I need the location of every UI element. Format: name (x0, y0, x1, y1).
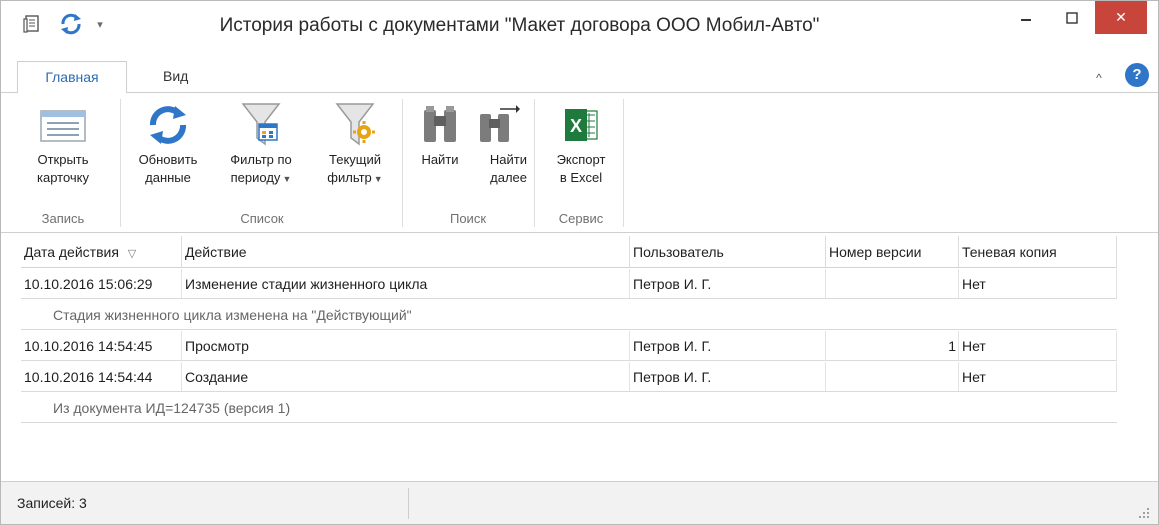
quick-access-dropdown-icon[interactable]: ▾ (93, 11, 107, 37)
refresh-data-button[interactable]: Обновить данные (127, 99, 209, 199)
collapse-ribbon-icon[interactable]: ^ (1091, 71, 1107, 87)
refresh-icon[interactable] (57, 11, 85, 37)
records-count: Записей: 3 (17, 495, 87, 511)
history-window: ▾ История работы с документами "Макет до… (0, 0, 1159, 525)
group-label-service: Сервис (558, 211, 604, 226)
cell-date: 10.10.2016 14:54:45 (21, 331, 182, 360)
table-header: Дата действия ▽ Действие Пользователь Ном… (21, 236, 1117, 268)
table-row[interactable]: 10.10.2016 14:54:45 Просмотр Петров И. Г… (21, 331, 1117, 361)
find-next-button[interactable]: Найти далее (469, 99, 527, 199)
ribbon-separator (120, 99, 121, 227)
maximize-button[interactable] (1049, 1, 1095, 34)
export-excel-button[interactable]: X Экспорт в Excel (539, 99, 623, 199)
column-header-action[interactable]: Действие (182, 236, 630, 267)
open-card-label-2: карточку (36, 170, 89, 185)
period-filter-label-1: Фильтр по (230, 152, 292, 167)
current-filter-label-2: фильтр (327, 170, 372, 185)
row-detail-text: Стадия жизненного цикла изменена на "Дей… (53, 307, 412, 323)
tab-view[interactable]: Вид (151, 61, 200, 93)
period-filter-button[interactable]: Фильтр по периоду ▼ (213, 99, 309, 199)
refresh-large-icon (146, 99, 190, 151)
row-detail-text: Из документа ИД=124735 (версия 1) (53, 400, 291, 416)
cell-shadow-copy: Нет (959, 362, 1117, 391)
document-icon[interactable] (19, 11, 45, 37)
ribbon-separator (402, 99, 403, 227)
chevron-down-icon: ▼ (282, 174, 292, 184)
find-next-label-2: далее (490, 170, 527, 185)
window-title: История работы с документами "Макет дого… (219, 15, 820, 36)
cell-date: 10.10.2016 15:06:29 (21, 269, 182, 298)
sort-descending-icon[interactable]: ▽ (125, 238, 139, 267)
cell-user: Петров И. Г. (630, 331, 826, 360)
cell-shadow-copy: Нет (959, 269, 1117, 298)
find-button[interactable]: Найти (407, 99, 473, 199)
help-icon[interactable]: ? (1125, 63, 1149, 87)
cell-shadow-copy: Нет (959, 331, 1117, 360)
period-filter-label-2-wrap: периоду ▼ (231, 169, 292, 188)
export-label-1: Экспорт (556, 152, 606, 167)
cell-action: Создание (182, 362, 630, 391)
table-row[interactable]: 10.10.2016 14:54:44 Создание Петров И. Г… (21, 362, 1117, 392)
chevron-down-icon: ▼ (373, 174, 383, 184)
status-divider (408, 488, 409, 519)
cell-user: Петров И. Г. (630, 362, 826, 391)
funnel-calendar-icon (239, 99, 283, 151)
cell-action: Просмотр (182, 331, 630, 360)
excel-icon-letter: X (570, 116, 582, 136)
open-card-button[interactable]: Открыть карточку (15, 99, 111, 199)
tab-main[interactable]: Главная (17, 61, 127, 93)
cell-action: Изменение стадии жизненного цикла (182, 269, 630, 298)
group-label-list: Список (240, 211, 284, 226)
find-label: Найти (421, 152, 459, 167)
binoculars-arrow-icon (476, 99, 520, 151)
excel-icon: X (561, 99, 601, 151)
group-label-record: Запись (41, 211, 85, 226)
cell-date: 10.10.2016 14:54:44 (21, 362, 182, 391)
resize-grip-icon[interactable] (1138, 506, 1150, 518)
ribbon: Открыть карточку Обновить данные Фильтр … (1, 92, 1158, 233)
cell-version: 1 (826, 331, 959, 360)
open-card-label-1: Открыть (37, 152, 89, 167)
ribbon-separator (623, 99, 624, 227)
current-filter-label-1: Текущий (329, 152, 381, 167)
column-header-date-label: Дата действия (24, 244, 119, 260)
current-filter-button[interactable]: Текущий фильтр ▼ (313, 99, 397, 199)
column-header-version[interactable]: Номер версии (826, 236, 959, 267)
refresh-label-1: Обновить (138, 152, 198, 167)
cell-version (826, 362, 959, 391)
binoculars-icon (420, 99, 460, 151)
cell-user: Петров И. Г. (630, 269, 826, 298)
export-label-2: в Excel (559, 170, 603, 185)
ribbon-separator (534, 99, 535, 227)
period-filter-label-2: периоду (230, 170, 281, 185)
funnel-gear-icon (333, 99, 377, 151)
minimize-button[interactable] (1003, 1, 1049, 34)
column-header-date[interactable]: Дата действия ▽ (21, 236, 182, 267)
status-bar: Записей: 3 (1, 481, 1158, 524)
column-header-shadow-copy[interactable]: Теневая копия (959, 236, 1117, 267)
card-icon (39, 99, 87, 151)
column-header-user[interactable]: Пользователь (630, 236, 826, 267)
cell-version (826, 269, 959, 298)
current-filter-label-2-wrap: фильтр ▼ (327, 169, 382, 188)
refresh-label-2: данные (145, 170, 191, 185)
table-row-detail[interactable]: Стадия жизненного цикла изменена на "Дей… (21, 300, 1117, 330)
table-row[interactable]: 10.10.2016 15:06:29 Изменение стадии жиз… (21, 269, 1117, 299)
find-next-label-1: Найти (489, 152, 527, 167)
close-icon: ✕ (1115, 9, 1127, 25)
title-bar: ▾ История работы с документами "Макет до… (1, 1, 1158, 49)
table-row-detail[interactable]: Из документа ИД=124735 (версия 1) (21, 393, 1117, 423)
history-table: Дата действия ▽ Действие Пользователь Ном… (21, 236, 1117, 481)
group-label-search: Поиск (449, 211, 487, 226)
close-button[interactable]: ✕ (1095, 1, 1147, 34)
ribbon-tabs: Главная Вид ^ ? (1, 49, 1158, 93)
